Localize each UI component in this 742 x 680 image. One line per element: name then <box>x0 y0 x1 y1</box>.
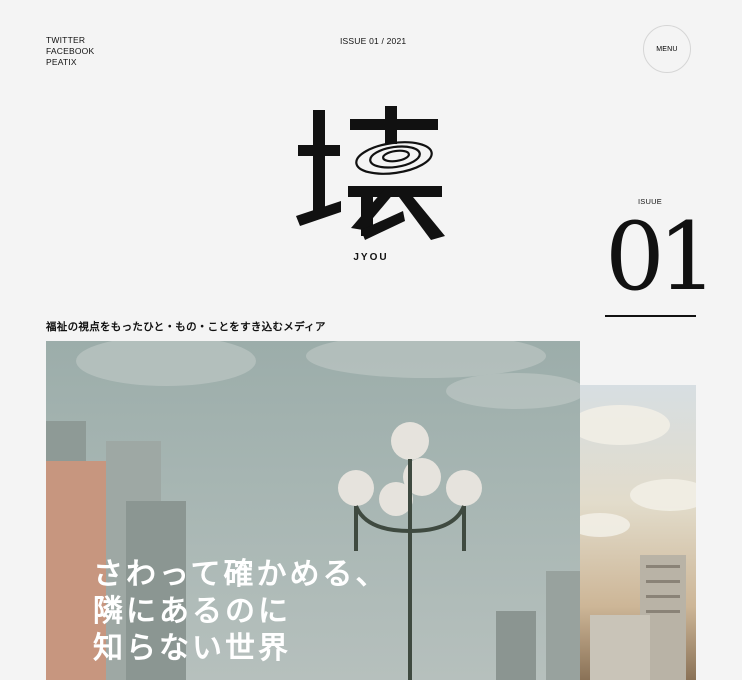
hero-headline: さわって確かめる、 隣にあるのに 知らない世界 <box>93 556 389 667</box>
peatix-link[interactable]: PEATIX <box>46 57 94 68</box>
hero-headline-line-3: 知らない世界 <box>93 632 291 665</box>
site-tagline: 福祉の視点をもったひと・もの・ことをすき込むメディア <box>46 321 326 333</box>
issue-date: ISSUE 01 / 2021 <box>340 36 407 46</box>
logo-glyph-mark <box>296 106 445 240</box>
hero-headline-line-2: 隣にあるのに <box>93 595 291 628</box>
site-logo[interactable] <box>293 100 448 245</box>
twitter-link[interactable]: TWITTER <box>46 35 94 46</box>
hero-headline-line-1: さわって確かめる、 <box>93 558 389 591</box>
side-photo-illustration <box>580 405 696 680</box>
facebook-link[interactable]: FACEBOOK <box>46 46 94 57</box>
hero-side-image[interactable] <box>580 385 696 680</box>
menu-button[interactable]: MENU <box>643 25 691 73</box>
social-links: TWITTER FACEBOOK PEATIX <box>46 35 94 68</box>
issue-underline <box>605 315 696 317</box>
issue-number: 01 <box>605 203 718 312</box>
